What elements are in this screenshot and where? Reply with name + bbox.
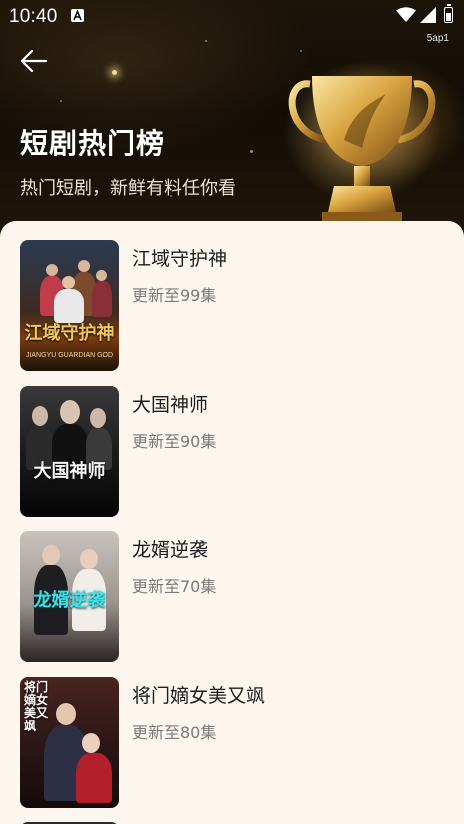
drama-title: 大国神师 xyxy=(132,394,209,416)
poster-title-art: 大国神师 xyxy=(33,461,106,482)
drama-ranking-list: 江域守护神 JIANGYU GUARDIAN GOD 江域守护神 更新至99集 … xyxy=(0,221,464,824)
sparkle-decoration xyxy=(300,50,302,52)
poster-title-art: 江域守护神 xyxy=(24,323,115,344)
poster-figure xyxy=(60,400,80,424)
drama-episode-status: 更新至70集 xyxy=(132,577,217,596)
status-time: 10:40 xyxy=(9,6,58,27)
list-item[interactable]: 大国神师 大国神师 更新至90集 xyxy=(0,386,464,526)
list-item[interactable]: 将门嫡女美又飒 将门嫡女美又飒 更新至80集 xyxy=(0,677,464,817)
drama-title: 龙婿逆袭 xyxy=(132,539,209,561)
poster-figure xyxy=(42,545,60,565)
drama-title: 江域守护神 xyxy=(132,248,228,270)
wifi-icon xyxy=(396,7,416,22)
drama-poster: 将门嫡女美又飒 xyxy=(20,677,119,808)
drama-episode-status: 更新至90集 xyxy=(132,432,217,451)
notification-a-icon xyxy=(71,9,84,22)
back-arrow-icon[interactable] xyxy=(18,47,50,75)
poster-figure xyxy=(80,549,98,569)
trophy-icon xyxy=(284,62,440,222)
drama-episode-status: 更新至99集 xyxy=(132,286,217,305)
list-item[interactable]: 江域守护神 JIANGYU GUARDIAN GOD 江域守护神 更新至99集 xyxy=(0,240,464,380)
poster-figure xyxy=(46,264,58,276)
poster-subtitle-art: JIANGYU GUARDIAN GOD xyxy=(25,352,114,359)
carrier-label: 5ap1 xyxy=(426,33,449,44)
poster-figure xyxy=(96,270,107,281)
sparkle-decoration xyxy=(250,150,253,153)
poster-title-art: 龙婿逆袭 xyxy=(33,590,106,611)
hero-header: 短剧热门榜 热门短剧，新鲜有料任你看 xyxy=(0,0,464,250)
page-subtitle: 热门短剧，新鲜有料任你看 xyxy=(20,178,236,199)
sparkle-decoration xyxy=(205,40,207,42)
poster-figure xyxy=(32,406,48,426)
poster-figure xyxy=(78,260,90,272)
poster-figure xyxy=(56,703,76,725)
drama-episode-status: 更新至80集 xyxy=(132,723,217,742)
drama-title: 将门嫡女美又飒 xyxy=(132,685,266,707)
status-bar: 10:40 5ap1 xyxy=(0,0,464,44)
cellular-signal-icon xyxy=(420,7,436,23)
poster-figure xyxy=(90,408,106,428)
page-title: 短剧热门榜 xyxy=(20,127,166,160)
battery-icon xyxy=(444,4,453,23)
list-item[interactable]: 龙婿逆袭 龙婿逆袭 更新至70集 xyxy=(0,531,464,671)
drama-poster: 龙婿逆袭 xyxy=(20,531,119,662)
drama-poster: 大国神师 xyxy=(20,386,119,517)
poster-figure xyxy=(54,289,84,323)
poster-title-art: 将门嫡女美又飒 xyxy=(24,680,49,733)
poster-figure xyxy=(76,753,112,803)
poster-figure xyxy=(62,276,75,289)
sparkle-decoration xyxy=(60,100,62,102)
poster-figure xyxy=(92,281,112,317)
poster-figure xyxy=(82,733,100,753)
sparkle-decoration xyxy=(112,70,117,75)
drama-poster: 江域守护神 JIANGYU GUARDIAN GOD xyxy=(20,240,119,371)
